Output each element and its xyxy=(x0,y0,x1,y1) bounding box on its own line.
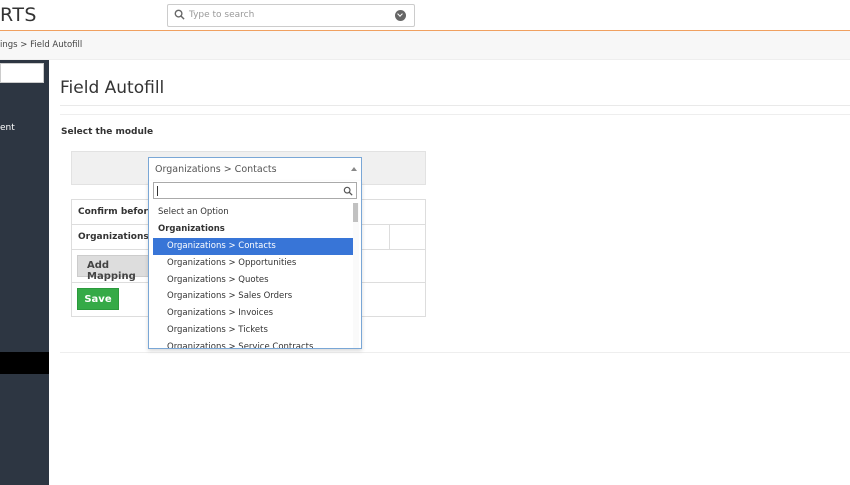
dropdown-options: Select an Option Organizations Organizatio… xyxy=(153,204,353,348)
sidebar-search-input[interactable] xyxy=(0,63,44,83)
search-icon xyxy=(174,9,185,20)
dropdown-option[interactable]: Organizations > Quotes xyxy=(153,272,353,289)
dropdown-option[interactable]: Organizations > Sales Orders xyxy=(153,288,353,305)
dropdown-option[interactable]: Organizations > Opportunities xyxy=(153,255,353,272)
dropdown-option[interactable]: Select an Option xyxy=(153,204,353,221)
scrollbar[interactable] xyxy=(353,203,359,348)
dropdown-option[interactable]: Organizations > Invoices xyxy=(153,305,353,322)
search-placeholder: Type to search xyxy=(189,10,255,20)
dropdown-option[interactable]: Organizations > Service Contracts xyxy=(153,339,353,348)
organizations-column-label: Organizations xyxy=(78,232,149,242)
module-select[interactable]: Organizations > Contacts xyxy=(148,157,362,181)
select-module-label: Select the module xyxy=(61,127,154,137)
dropdown-group-label: Organizations xyxy=(158,223,225,234)
module-dropdown: Select an Option Organizations Organizatio… xyxy=(148,181,362,349)
save-button[interactable]: Save xyxy=(77,288,119,310)
top-bar: RTS Type to search xyxy=(0,0,850,31)
caret-up-icon xyxy=(351,167,357,171)
confirm-before-label: Confirm before xyxy=(78,207,155,217)
dropdown-option[interactable]: Organizations > Tickets xyxy=(153,322,353,339)
dropdown-option[interactable]: Organizations > Contacts xyxy=(153,237,353,255)
global-search[interactable]: Type to search xyxy=(167,4,415,27)
scrollbar-thumb[interactable] xyxy=(353,203,358,222)
breadcrumb[interactable]: ings > Field Autofill xyxy=(0,40,82,50)
table-column-divider xyxy=(389,224,390,249)
add-mapping-button[interactable]: Add Mapping xyxy=(77,255,157,282)
title-divider xyxy=(60,105,850,106)
breadcrumb-bar: ings > Field Autofill xyxy=(0,31,850,60)
section-divider xyxy=(60,114,850,115)
app-logo[interactable]: RTS xyxy=(0,4,37,26)
chevron-down-icon[interactable] xyxy=(395,10,406,21)
search-icon xyxy=(343,186,353,196)
page-title: Field Autofill xyxy=(60,78,165,98)
sidebar-active-item[interactable] xyxy=(0,352,49,374)
sidebar: ent xyxy=(0,60,49,485)
text-cursor xyxy=(157,186,158,196)
sidebar-item[interactable]: ent xyxy=(0,123,15,133)
dropdown-search-input[interactable] xyxy=(153,182,357,199)
module-select-value: Organizations > Contacts xyxy=(155,164,277,175)
